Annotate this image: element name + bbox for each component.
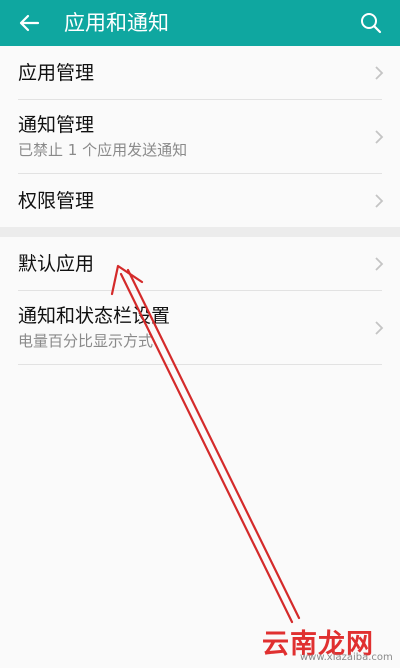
list-item-app-management[interactable]: 应用管理 <box>0 46 400 100</box>
search-button[interactable] <box>354 6 388 40</box>
item-label: 应用管理 <box>18 62 95 84</box>
settings-group-1: 应用管理 通知管理 已禁止 1 个应用发送通知 权限管理 <box>0 46 400 228</box>
item-label: 通知和状态栏设置 <box>18 305 171 327</box>
section-separator <box>0 227 400 237</box>
list-item-permission-management[interactable]: 权限管理 <box>0 174 400 228</box>
divider <box>18 364 382 365</box>
app-bar: 应用和通知 <box>0 0 400 46</box>
item-label: 通知管理 <box>18 114 95 136</box>
chevron-right-icon <box>375 321 384 335</box>
item-label: 默认应用 <box>18 253 95 275</box>
list-item-default-apps[interactable]: 默认应用 <box>0 237 400 291</box>
search-icon <box>361 13 382 34</box>
list-item-notification-management[interactable]: 通知管理 已禁止 1 个应用发送通知 <box>0 100 400 174</box>
page-title: 应用和通知 <box>64 11 169 35</box>
item-subtitle: 已禁止 1 个应用发送通知 <box>18 141 188 159</box>
back-button[interactable] <box>12 6 46 40</box>
watermark-url: www.xiazaiba.com <box>300 652 393 663</box>
chevron-right-icon <box>375 130 384 144</box>
settings-group-2: 默认应用 通知和状态栏设置 电量百分比显示方式 <box>0 237 400 365</box>
chevron-right-icon <box>375 194 384 208</box>
item-label: 权限管理 <box>18 190 95 212</box>
item-subtitle: 电量百分比显示方式 <box>18 332 154 350</box>
chevron-right-icon <box>375 257 384 271</box>
arrow-left-icon <box>19 14 40 32</box>
list-item-notification-statusbar-settings[interactable]: 通知和状态栏设置 电量百分比显示方式 <box>0 291 400 365</box>
chevron-right-icon <box>375 66 384 80</box>
